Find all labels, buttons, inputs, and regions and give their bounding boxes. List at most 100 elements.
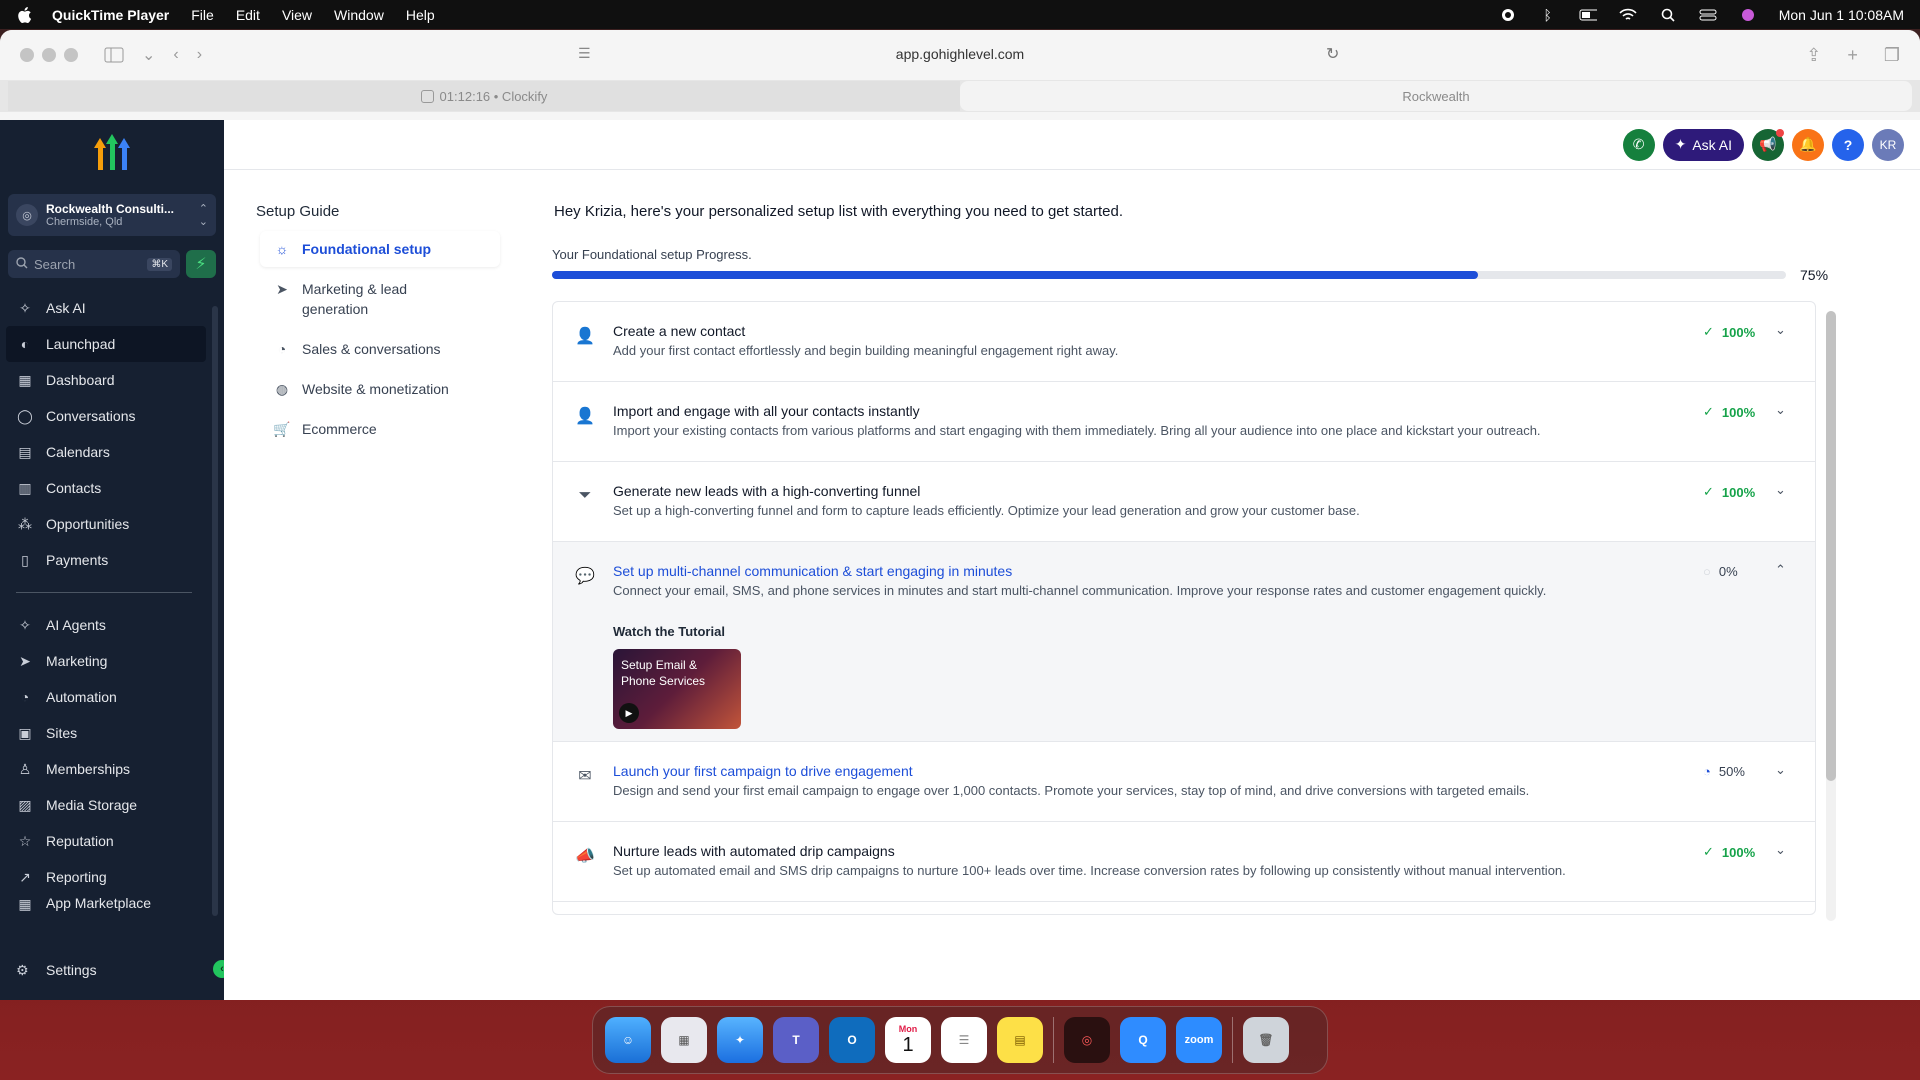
play-icon[interactable]: ▶ <box>619 703 639 723</box>
task-list-scrollbar[interactable] <box>1826 311 1836 921</box>
minimize-window-button[interactable] <box>42 48 56 62</box>
sidebar-item-conversations[interactable]: ◯ Conversations <box>6 398 206 434</box>
calendar-icon[interactable]: Mon 1 <box>885 1017 931 1063</box>
sidebar-search[interactable]: Search ⌘K <box>8 250 180 278</box>
reload-icon[interactable]: ↻ <box>1326 44 1339 64</box>
outlook-icon[interactable]: O <box>829 1017 875 1063</box>
chevron-up-icon[interactable]: ⌃ <box>1775 562 1786 578</box>
sidebar-item-launchpad[interactable]: ◐ Launchpad <box>6 326 206 362</box>
sidebar-item-automation[interactable]: ◔ Automation <box>6 679 206 715</box>
sidebar-item-calendars[interactable]: ▤ Calendars <box>6 434 206 470</box>
task-row[interactable]: 👤 Create a new contact Add your first co… <box>553 302 1815 382</box>
task-desc: Design and send your first email campaig… <box>613 783 1530 798</box>
trash-icon[interactable]: 🗑 <box>1243 1017 1289 1063</box>
menu-help[interactable]: Help <box>406 7 435 23</box>
guide-item-foundational-setup[interactable]: ☼ Foundational setup <box>260 231 500 267</box>
tab-overview-icon[interactable]: ❐ <box>1884 45 1900 66</box>
address-bar[interactable]: app.gohighlevel.com <box>896 46 1024 62</box>
launchpad-icon[interactable]: ▦ <box>661 1017 707 1063</box>
tutorial-video-thumbnail[interactable]: Setup Email & Phone Services ▶ <box>613 649 741 729</box>
record-icon[interactable] <box>1499 8 1517 22</box>
avatar[interactable]: KR <box>1872 128 1904 161</box>
menu-edit[interactable]: Edit <box>236 7 260 23</box>
close-window-button[interactable] <box>20 48 34 62</box>
guide-item-ecommerce[interactable]: 🛒 Ecommerce <box>260 411 500 447</box>
new-tab-icon[interactable]: + <box>1847 45 1858 66</box>
sidebar-item-contacts[interactable]: ▥ Contacts <box>6 470 206 506</box>
reader-icon[interactable]: ☰ <box>578 45 591 62</box>
sidebar-item-opportunities[interactable]: ⁂ Opportunities <box>6 506 206 542</box>
chevron-down-icon[interactable]: ⌄ <box>1775 402 1786 418</box>
battery-icon[interactable] <box>1579 8 1597 22</box>
search-icon <box>16 256 28 272</box>
chevron-down-icon[interactable]: ⌄ <box>1775 482 1786 498</box>
task-row[interactable]: ✉ Launch your first campaign to drive en… <box>553 742 1815 822</box>
guide-item-website[interactable]: ◍ Website & monetization <box>260 371 500 407</box>
task-row[interactable]: 📣 Nurture leads with automated drip camp… <box>553 822 1815 902</box>
quicktime-icon[interactable]: Q <box>1120 1017 1166 1063</box>
wifi-icon[interactable] <box>1619 8 1637 22</box>
chevron-down-icon[interactable]: ⌄ <box>142 45 155 65</box>
task-row[interactable]: ⏷ Generate new leads with a high-convert… <box>553 462 1815 542</box>
task-row[interactable]: 👤 Import and engage with all your contac… <box>553 382 1815 462</box>
sidebar-toggle-icon[interactable] <box>104 47 124 63</box>
sidebar-item-payments[interactable]: ▯ Payments <box>6 542 206 578</box>
apps-icon: ▦ <box>18 895 32 912</box>
sidebar-item-memberships[interactable]: ♙ Memberships <box>6 751 206 787</box>
highlevel-logo-icon[interactable] <box>88 134 138 174</box>
zoom-window-button[interactable] <box>64 48 78 62</box>
creative-cloud-icon[interactable]: ◎ <box>1064 1017 1110 1063</box>
sidebar-item-reputation[interactable]: ☆ Reputation <box>6 823 206 859</box>
sidebar-scrollbar[interactable] <box>212 306 218 916</box>
quick-action-button[interactable]: ⚡ <box>186 250 216 278</box>
zoom-icon[interactable]: zoom <box>1176 1017 1222 1063</box>
task-title[interactable]: Set up multi-channel communication & sta… <box>613 562 1815 580</box>
sidebar-item-ask-ai[interactable]: ✧ Ask AI <box>6 290 206 326</box>
menu-clock[interactable]: Mon Jun 1 10:08AM <box>1779 7 1904 23</box>
notes-icon[interactable]: ▤ <box>997 1017 1043 1063</box>
chevron-down-icon[interactable]: ⌄ <box>1775 762 1786 778</box>
contacts-icon: ▥ <box>18 479 32 496</box>
phone-icon[interactable]: ✆ <box>1622 128 1655 161</box>
guide-item-marketing[interactable]: ➤ Marketing & lead generation <box>260 271 500 327</box>
bell-icon[interactable]: 🔔 <box>1792 128 1824 161</box>
finder-icon[interactable]: ☺ <box>605 1017 651 1063</box>
sidebar-item-marketing[interactable]: ➤ Marketing <box>6 643 206 679</box>
task-row-expanded[interactable]: 💬 Set up multi-channel communication & s… <box>553 542 1815 742</box>
account-switcher[interactable]: ◎ Rockwealth Consulti... Chermside, Qld … <box>8 194 216 236</box>
announcement-icon[interactable]: 📢 <box>1752 128 1784 161</box>
safari-icon[interactable]: ✦ <box>717 1017 763 1063</box>
menu-file[interactable]: File <box>191 7 214 23</box>
forward-icon[interactable]: › <box>197 46 202 64</box>
funnel-grid-icon: ⁂ <box>18 515 32 532</box>
apple-icon[interactable] <box>16 6 34 24</box>
spotlight-icon[interactable] <box>1659 8 1677 22</box>
sidebar-item-app-marketplace[interactable]: ▦ App Marketplace <box>6 895 206 915</box>
menu-app-name[interactable]: QuickTime Player <box>52 7 169 23</box>
menu-window[interactable]: Window <box>334 7 384 23</box>
help-button[interactable]: ? <box>1832 128 1864 161</box>
sidebar-item-dashboard[interactable]: ▦ Dashboard <box>6 362 206 398</box>
sidebar-item-reporting[interactable]: ↗ Reporting <box>6 859 206 895</box>
sidebar-item-label: Sites <box>46 725 78 741</box>
ask-ai-button[interactable]: ✦ Ask AI <box>1662 128 1744 161</box>
control-center-icon[interactable] <box>1699 8 1717 22</box>
sidebar-item-settings[interactable]: ⚙ Settings <box>6 952 107 988</box>
task-title[interactable]: Launch your first campaign to drive enga… <box>613 762 1815 780</box>
share-icon[interactable]: ⇪ <box>1806 45 1821 66</box>
sidebar-item-media-storage[interactable]: ▨ Media Storage <box>6 787 206 823</box>
reminders-icon[interactable]: ☰ <box>941 1017 987 1063</box>
siri-icon[interactable] <box>1739 8 1757 22</box>
teams-icon[interactable]: T <box>773 1017 819 1063</box>
bluetooth-icon[interactable]: ᛒ <box>1539 7 1557 23</box>
tab-rockwealth[interactable]: Rockwealth <box>960 81 1912 111</box>
back-icon[interactable]: ‹ <box>173 46 178 64</box>
scrollbar-thumb[interactable] <box>1826 311 1836 781</box>
sidebar-item-sites[interactable]: ▣ Sites <box>6 715 206 751</box>
sidebar-item-ai-agents[interactable]: ✧ AI Agents <box>6 607 206 643</box>
menu-view[interactable]: View <box>282 7 312 23</box>
chevron-down-icon[interactable]: ⌄ <box>1775 322 1786 338</box>
chevron-down-icon[interactable]: ⌄ <box>1775 842 1786 858</box>
guide-item-sales[interactable]: ◔ Sales & conversations <box>260 331 500 367</box>
tab-clockify[interactable]: 01:12:16 • Clockify <box>8 81 960 111</box>
